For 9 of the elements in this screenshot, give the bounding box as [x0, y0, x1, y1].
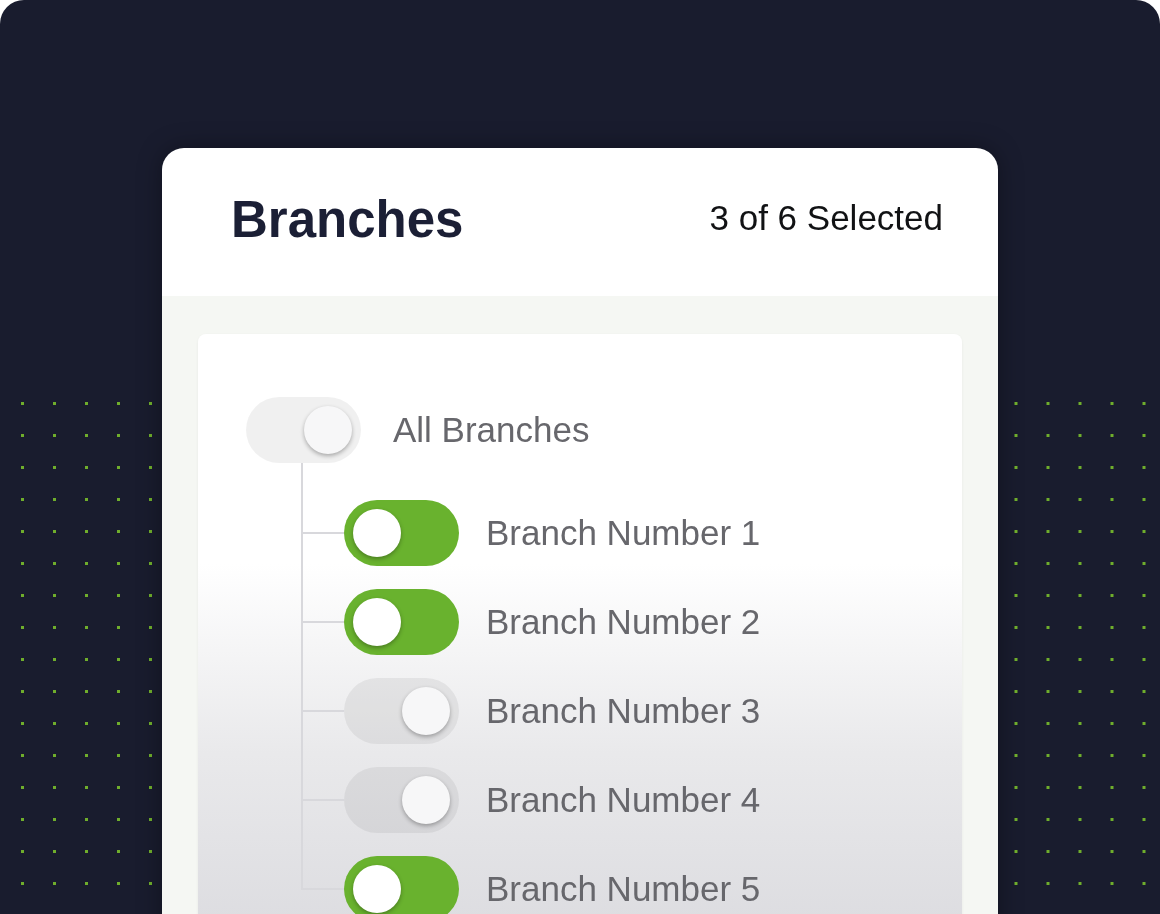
toggle-label: Branch Number 4: [486, 778, 761, 821]
toggle-label: Branch Number 3: [486, 689, 761, 732]
card-title: Branches: [231, 191, 464, 250]
toggle-label: Branch Number 1: [486, 511, 761, 554]
toggle-label: Branch Number 5: [486, 867, 761, 910]
toggle-label: Branch Number 2: [486, 600, 761, 643]
selection-count: 3 of 6 Selected: [709, 197, 943, 239]
toggle-switch[interactable]: [344, 855, 459, 914]
toggle-label: All Branches: [393, 409, 590, 451]
